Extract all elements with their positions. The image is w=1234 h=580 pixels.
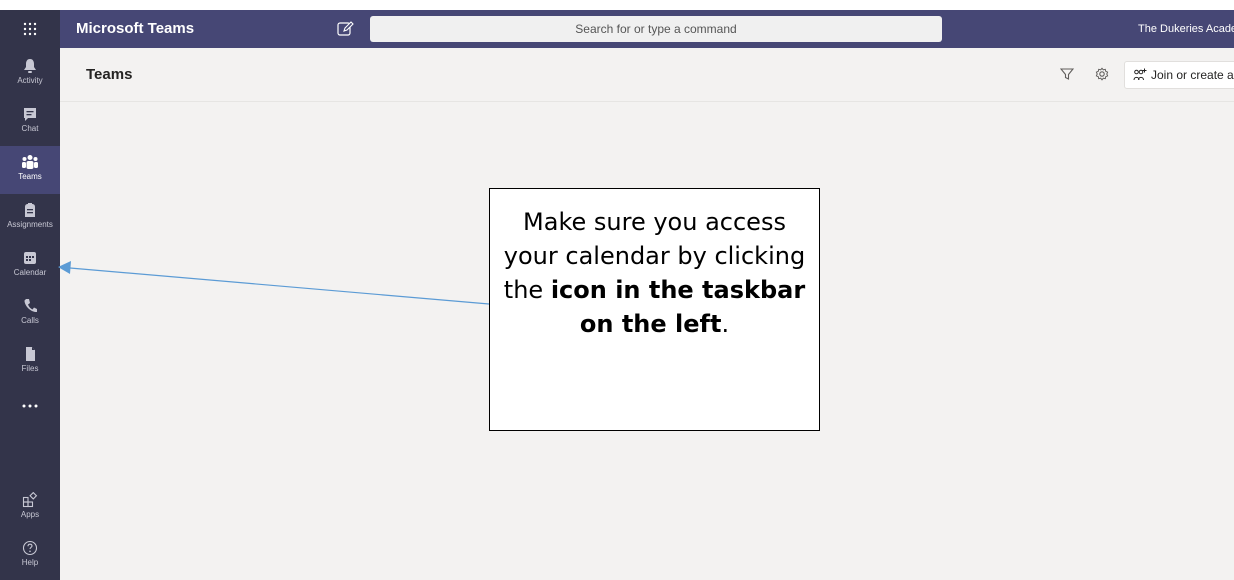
calendar-icon xyxy=(24,252,36,264)
callout-bold-text: icon in the taskbar on the left xyxy=(550,276,806,338)
rail-label-assignments: Assignments xyxy=(7,220,53,229)
app-rail: Activity Chat Teams Assignments Calendar… xyxy=(0,48,60,580)
apps-icon xyxy=(22,492,38,508)
org-name[interactable]: The Dukeries Academy xyxy=(1138,10,1234,48)
rail-item-help[interactable]: Help xyxy=(0,532,60,580)
rail-label-chat: Chat xyxy=(21,124,39,133)
rail-item-activity[interactable]: Activity xyxy=(0,50,60,98)
page-title: Teams xyxy=(86,66,133,83)
gear-icon[interactable] xyxy=(1094,66,1110,82)
rail-item-apps[interactable]: Apps xyxy=(0,484,60,532)
instruction-callout: Make sure you access your calendar by cl… xyxy=(489,188,820,431)
rail-item-files[interactable]: Files xyxy=(0,338,60,386)
rail-label-calls: Calls xyxy=(21,316,39,325)
page-header: Teams Join or create a team xyxy=(60,48,1234,102)
rail-item-calls[interactable]: Calls xyxy=(0,290,60,338)
more-icon xyxy=(22,404,38,408)
top-bar: Microsoft Teams Search for or type a com… xyxy=(0,10,1234,48)
rail-item-teams[interactable]: Teams xyxy=(0,146,60,194)
phone-icon xyxy=(24,299,37,313)
waffle-icon xyxy=(23,22,37,36)
rail-label-activity: Activity xyxy=(17,76,43,85)
assignments-icon xyxy=(25,203,35,217)
rail-label-teams: Teams xyxy=(18,172,42,181)
rail-item-calendar[interactable]: Calendar xyxy=(0,242,60,290)
chat-icon xyxy=(24,108,36,121)
app-launcher-button[interactable] xyxy=(0,10,60,48)
rail-item-assignments[interactable]: Assignments xyxy=(0,194,60,242)
add-people-icon xyxy=(1133,68,1147,81)
rail-label-help: Help xyxy=(21,558,39,567)
filter-icon[interactable] xyxy=(1060,67,1074,81)
app-title: Microsoft Teams xyxy=(76,20,195,37)
rail-label-files: Files xyxy=(21,364,39,373)
join-or-create-button[interactable]: Join or create a team xyxy=(1124,61,1234,89)
file-icon xyxy=(26,347,35,361)
rail-item-chat[interactable]: Chat xyxy=(0,98,60,146)
bell-icon xyxy=(24,59,36,73)
rail-label-apps: Apps xyxy=(20,510,40,519)
new-chat-icon[interactable] xyxy=(336,20,354,38)
search-input[interactable]: Search for or type a command xyxy=(370,16,942,42)
teams-icon xyxy=(22,155,38,169)
rail-item-more[interactable] xyxy=(0,388,60,436)
join-or-create-label: Join or create a team xyxy=(1151,68,1234,82)
callout-end: . xyxy=(721,310,730,338)
help-icon xyxy=(22,540,38,556)
rail-label-calendar: Calendar xyxy=(13,268,47,277)
